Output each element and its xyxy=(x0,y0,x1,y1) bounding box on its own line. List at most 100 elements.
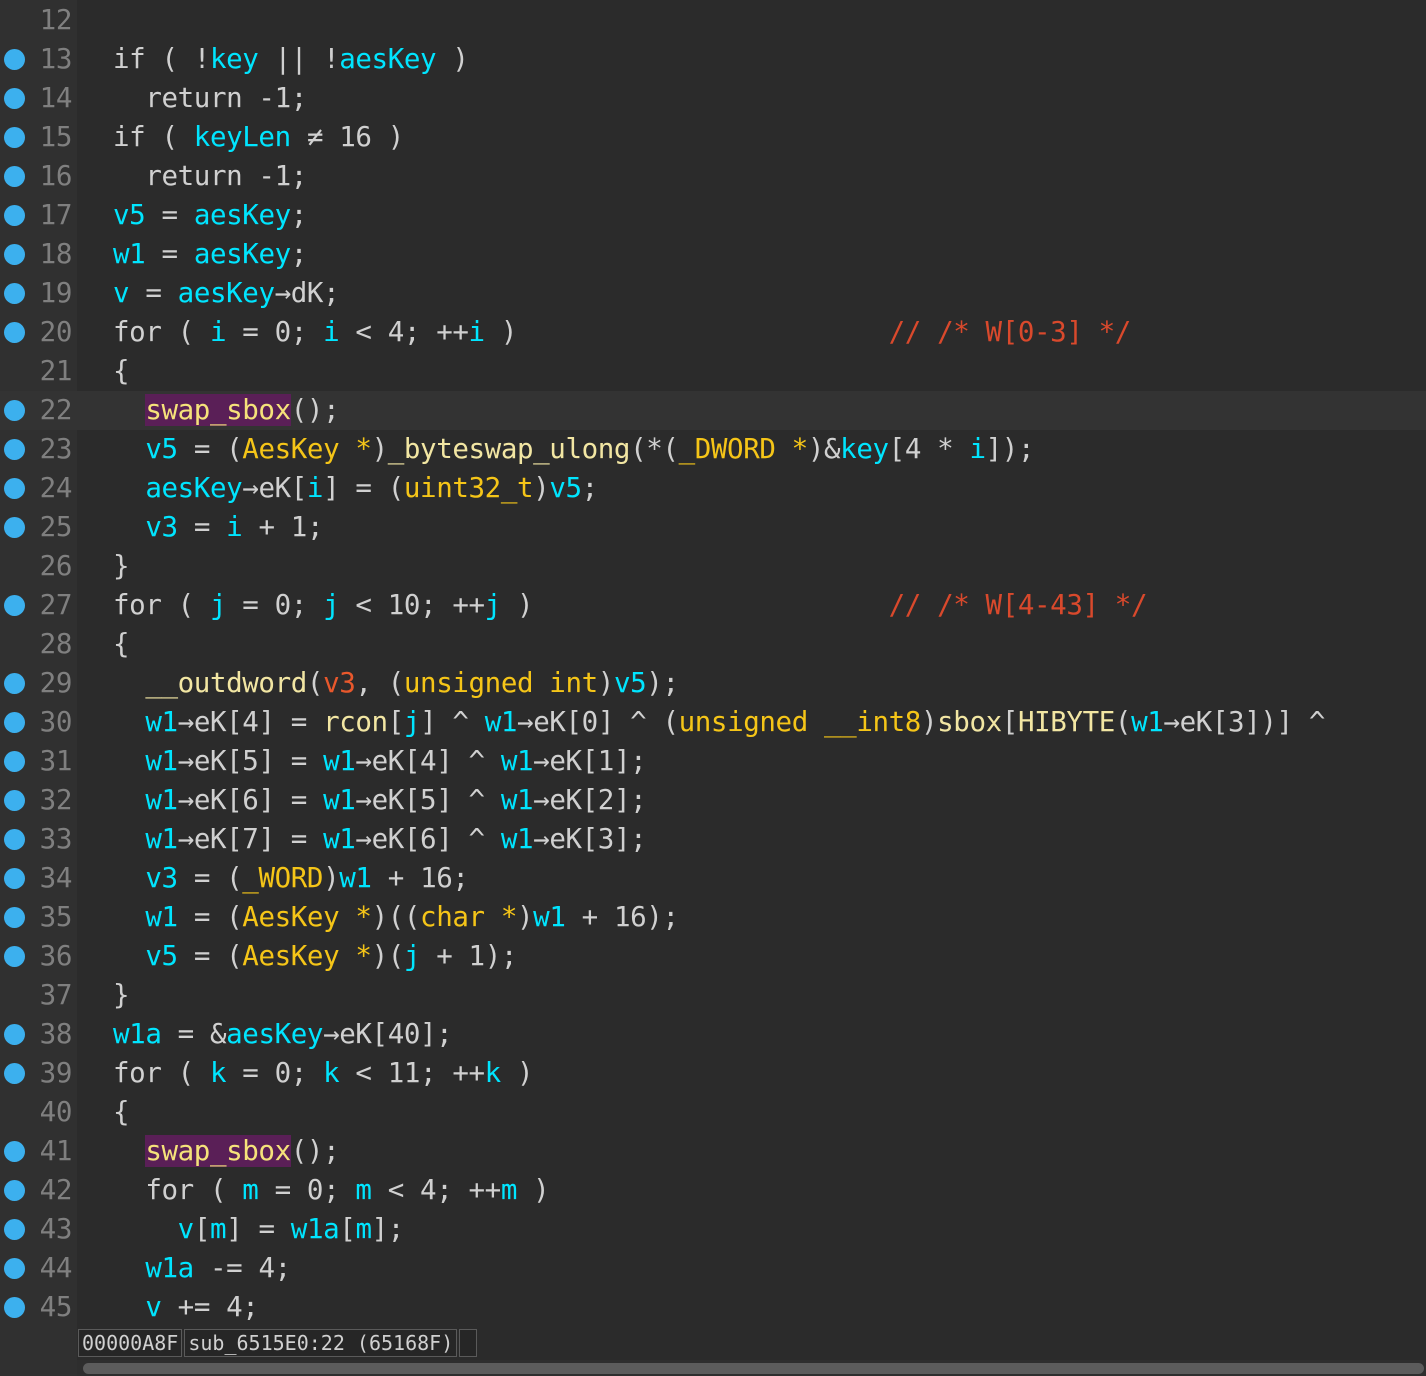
code-line[interactable]: 18 w1 = aesKey; xyxy=(0,235,1426,274)
breakpoint-dot-icon[interactable] xyxy=(4,205,25,226)
line-source[interactable]: w1→eK[7] = w1→eK[6] ^ w1→eK[3]; xyxy=(113,820,646,859)
line-source[interactable]: { xyxy=(113,625,130,664)
code-line[interactable]: 41 swap_sbox(); xyxy=(0,1132,1426,1171)
line-source[interactable]: } xyxy=(113,547,130,586)
breakpoint-dot-icon[interactable] xyxy=(4,868,25,889)
line-source[interactable]: v3 = i + 1; xyxy=(113,508,323,547)
line-source[interactable]: return -1; xyxy=(113,157,307,196)
code-line[interactable]: 20 for ( i = 0; i < 4; ++i ) // /* W[0-3]… xyxy=(0,313,1426,352)
code-line[interactable]: 25 v3 = i + 1; xyxy=(0,508,1426,547)
code-line[interactable]: 42 for ( m = 0; m < 4; ++m ) xyxy=(0,1171,1426,1210)
code-line[interactable]: 12 xyxy=(0,1,1426,40)
code-line[interactable]: 19 v = aesKey→dK; xyxy=(0,274,1426,313)
code-line[interactable]: 15 if ( keyLen ≠ 16 ) xyxy=(0,118,1426,157)
code-line[interactable]: 40 { xyxy=(0,1093,1426,1132)
line-source[interactable]: w1a = &aesKey→eK[40]; xyxy=(113,1015,453,1054)
breakpoint-dot-icon[interactable] xyxy=(4,673,25,694)
code-line[interactable]: 45 v += 4; xyxy=(0,1288,1426,1325)
horizontal-scrollbar[interactable] xyxy=(77,1360,1426,1376)
breakpoint-dot-icon[interactable] xyxy=(4,166,25,187)
pseudocode-view[interactable]: 12 13 if ( !key || !aesKey ) 14 return -1; 1… xyxy=(0,1,1426,1325)
code-line[interactable]: 13 if ( !key || !aesKey ) xyxy=(0,40,1426,79)
line-source[interactable]: w1a -= 4; xyxy=(113,1249,291,1288)
line-source[interactable]: } xyxy=(113,976,130,1015)
line-source[interactable]: w1 = aesKey; xyxy=(113,235,307,274)
code-line[interactable]: 14 return -1; xyxy=(0,79,1426,118)
horizontal-scrollbar-thumb[interactable] xyxy=(83,1363,1424,1374)
breakpoint-dot-icon[interactable] xyxy=(4,907,25,928)
code-line[interactable]: 44 w1a -= 4; xyxy=(0,1249,1426,1288)
breakpoint-dot-icon[interactable] xyxy=(4,439,25,460)
breakpoint-dot-icon[interactable] xyxy=(4,127,25,148)
line-source[interactable]: v[m] = w1a[m]; xyxy=(113,1210,405,1249)
code-line[interactable]: 36 v5 = (AesKey *)(j + 1); xyxy=(0,937,1426,976)
line-source[interactable]: for ( j = 0; j < 10; ++j ) // /* W[4-43]… xyxy=(113,586,1148,625)
code-line[interactable]: 16 return -1; xyxy=(0,157,1426,196)
code-line[interactable]: 35 w1 = (AesKey *)((char *)w1 + 16); xyxy=(0,898,1426,937)
line-source[interactable]: return -1; xyxy=(113,79,307,118)
code-line[interactable]: 29 __outdword(v3, (unsigned int)v5); xyxy=(0,664,1426,703)
line-source[interactable]: v5 = (AesKey *)(j + 1); xyxy=(113,937,517,976)
line-source[interactable]: v3 = (_WORD)w1 + 16; xyxy=(113,859,469,898)
breakpoint-dot-icon[interactable] xyxy=(4,1297,25,1318)
breakpoint-dot-icon[interactable] xyxy=(4,829,25,850)
line-source[interactable]: w1→eK[6] = w1→eK[5] ^ w1→eK[2]; xyxy=(113,781,646,820)
code-line[interactable]: 30 w1→eK[4] = rcon[j] ^ w1→eK[0] ^ (unsi… xyxy=(0,703,1426,742)
breakpoint-dot-icon[interactable] xyxy=(4,1063,25,1084)
breakpoint-dot-icon[interactable] xyxy=(4,1180,25,1201)
code-line[interactable]: 37} xyxy=(0,976,1426,1015)
line-source[interactable]: v5 = (AesKey *)_byteswap_ulong(*(_DWORD … xyxy=(113,430,1034,469)
breakpoint-dot-icon[interactable] xyxy=(4,1219,25,1240)
line-source[interactable]: v = aesKey→dK; xyxy=(113,274,340,313)
line-source[interactable]: swap_sbox(); xyxy=(113,391,340,430)
line-source[interactable]: for ( m = 0; m < 4; ++m ) xyxy=(113,1171,549,1210)
code-line[interactable]: 28 { xyxy=(0,625,1426,664)
line-source[interactable]: aesKey→eK[i] = (uint32_t)v5; xyxy=(113,469,598,508)
line-source[interactable]: v5 = aesKey; xyxy=(113,196,307,235)
line-source[interactable]: for ( i = 0; i < 4; ++i ) // /* W[0-3] *… xyxy=(113,313,1131,352)
breakpoint-dot-icon[interactable] xyxy=(4,751,25,772)
code-line[interactable]: 23 v5 = (AesKey *)_byteswap_ulong(*(_DWO… xyxy=(0,430,1426,469)
line-source[interactable]: for ( k = 0; k < 11; ++k ) xyxy=(113,1054,534,1093)
code-line[interactable]: 34 v3 = (_WORD)w1 + 16; xyxy=(0,859,1426,898)
line-source[interactable]: if ( keyLen ≠ 16 ) xyxy=(113,118,404,157)
code-line[interactable]: 21 { xyxy=(0,352,1426,391)
line-source[interactable]: w1 = (AesKey *)((char *)w1 + 16); xyxy=(113,898,679,937)
breakpoint-dot-icon[interactable] xyxy=(4,283,25,304)
code-line[interactable]: 17 v5 = aesKey; xyxy=(0,196,1426,235)
breakpoint-dot-icon[interactable] xyxy=(4,244,25,265)
line-source[interactable]: if ( !key || !aesKey ) xyxy=(113,40,469,79)
line-source[interactable]: __outdword(v3, (unsigned int)v5); xyxy=(113,664,679,703)
code-token: // /* W[0-3] */ xyxy=(888,316,1132,348)
line-source[interactable]: { xyxy=(113,352,130,391)
code-line[interactable]: 26} xyxy=(0,547,1426,586)
breakpoint-dot-icon[interactable] xyxy=(4,322,25,343)
code-line[interactable]: 24 aesKey→eK[i] = (uint32_t)v5; xyxy=(0,469,1426,508)
code-token: aesKey xyxy=(226,1018,324,1050)
code-line[interactable]: 22 swap_sbox(); xyxy=(0,391,1426,430)
breakpoint-dot-icon[interactable] xyxy=(4,49,25,70)
line-source[interactable]: { xyxy=(113,1093,130,1132)
breakpoint-dot-icon[interactable] xyxy=(4,790,25,811)
breakpoint-dot-icon[interactable] xyxy=(4,478,25,499)
code-line[interactable]: 32 w1→eK[6] = w1→eK[5] ^ w1→eK[2]; xyxy=(0,781,1426,820)
line-source[interactable]: w1→eK[4] = rcon[j] ^ w1→eK[0] ^ (unsigne… xyxy=(113,703,1325,742)
code-line[interactable]: 39 for ( k = 0; k < 11; ++k ) xyxy=(0,1054,1426,1093)
breakpoint-dot-icon[interactable] xyxy=(4,88,25,109)
code-line[interactable]: 33 w1→eK[7] = w1→eK[6] ^ w1→eK[3]; xyxy=(0,820,1426,859)
breakpoint-dot-icon[interactable] xyxy=(4,595,25,616)
breakpoint-dot-icon[interactable] xyxy=(4,517,25,538)
breakpoint-dot-icon[interactable] xyxy=(4,712,25,733)
breakpoint-dot-icon[interactable] xyxy=(4,946,25,967)
line-source[interactable]: w1→eK[5] = w1→eK[4] ^ w1→eK[1]; xyxy=(113,742,646,781)
line-source[interactable]: v += 4; xyxy=(113,1288,259,1325)
breakpoint-dot-icon[interactable] xyxy=(4,1141,25,1162)
breakpoint-dot-icon[interactable] xyxy=(4,1024,25,1045)
code-line[interactable]: 27 for ( j = 0; j < 10; ++j ) // /* W[4-4… xyxy=(0,586,1426,625)
code-line[interactable]: 43 v[m] = w1a[m]; xyxy=(0,1210,1426,1249)
line-source[interactable]: swap_sbox(); xyxy=(113,1132,340,1171)
breakpoint-dot-icon[interactable] xyxy=(4,1258,25,1279)
breakpoint-dot-icon[interactable] xyxy=(4,400,25,421)
code-line[interactable]: 31 w1→eK[5] = w1→eK[4] ^ w1→eK[1]; xyxy=(0,742,1426,781)
code-line[interactable]: 38 w1a = &aesKey→eK[40]; xyxy=(0,1015,1426,1054)
